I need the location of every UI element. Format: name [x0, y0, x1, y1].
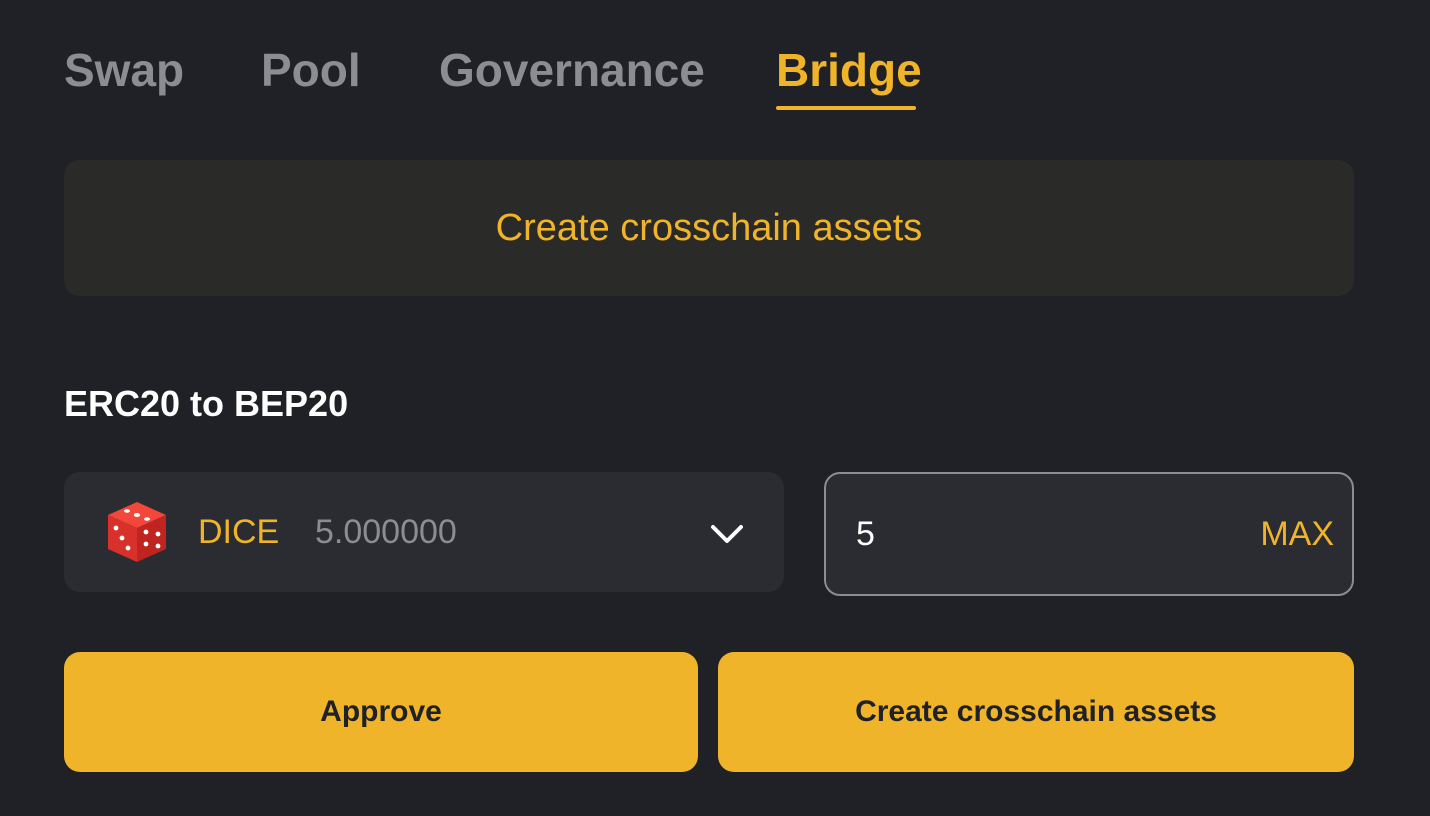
bridge-page: Swap Pool Governance Bridge Create cross… — [0, 0, 1430, 816]
section-title: ERC20 to BEP20 — [64, 383, 349, 424]
token-balance: 5.000000 — [315, 513, 457, 551]
tab-swap[interactable]: Swap — [64, 36, 184, 104]
dice-icon — [108, 502, 166, 562]
tab-pool[interactable]: Pool — [261, 36, 361, 104]
max-button[interactable]: MAX — [1260, 512, 1334, 556]
amount-input[interactable] — [856, 510, 1216, 558]
create-crosschain-banner: Create crosschain assets — [64, 160, 1354, 296]
tab-governance[interactable]: Governance — [439, 36, 705, 104]
amount-field: MAX — [824, 472, 1354, 596]
create-crosschain-assets-button[interactable]: Create crosschain assets — [718, 652, 1354, 772]
tab-bridge[interactable]: Bridge — [776, 36, 922, 110]
token-select[interactable]: DICE 5.000000 — [64, 472, 784, 592]
approve-button[interactable]: Approve — [64, 652, 698, 772]
token-symbol: DICE — [198, 513, 280, 551]
chevron-down-icon — [711, 525, 743, 543]
banner-title: Create crosschain assets — [495, 206, 923, 249]
